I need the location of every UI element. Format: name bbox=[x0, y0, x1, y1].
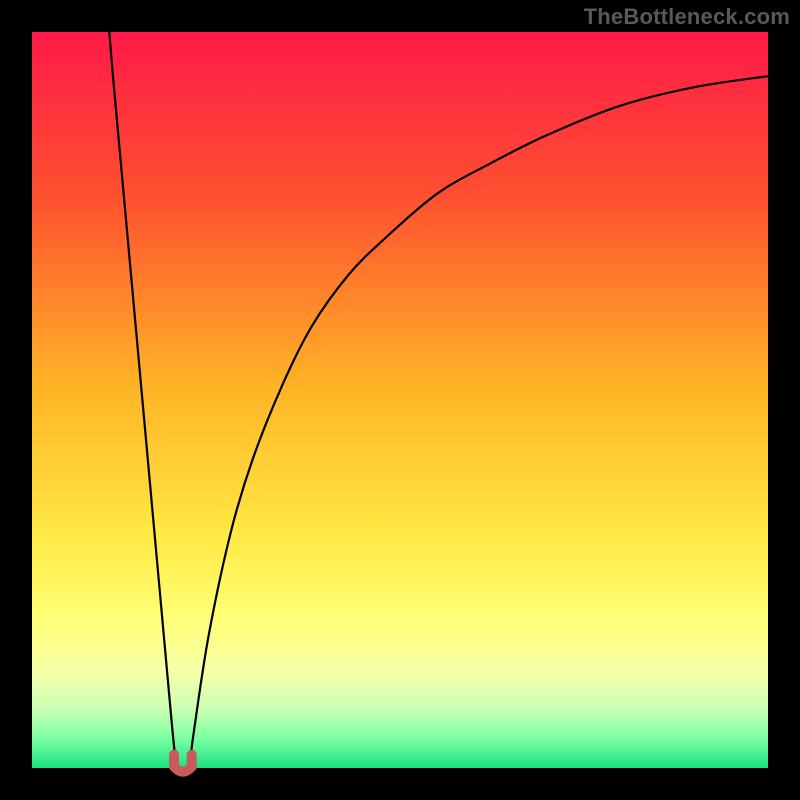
chart-frame: TheBottleneck.com bbox=[0, 0, 800, 800]
bottleneck-chart bbox=[0, 0, 800, 800]
attribution-label: TheBottleneck.com bbox=[584, 4, 790, 30]
